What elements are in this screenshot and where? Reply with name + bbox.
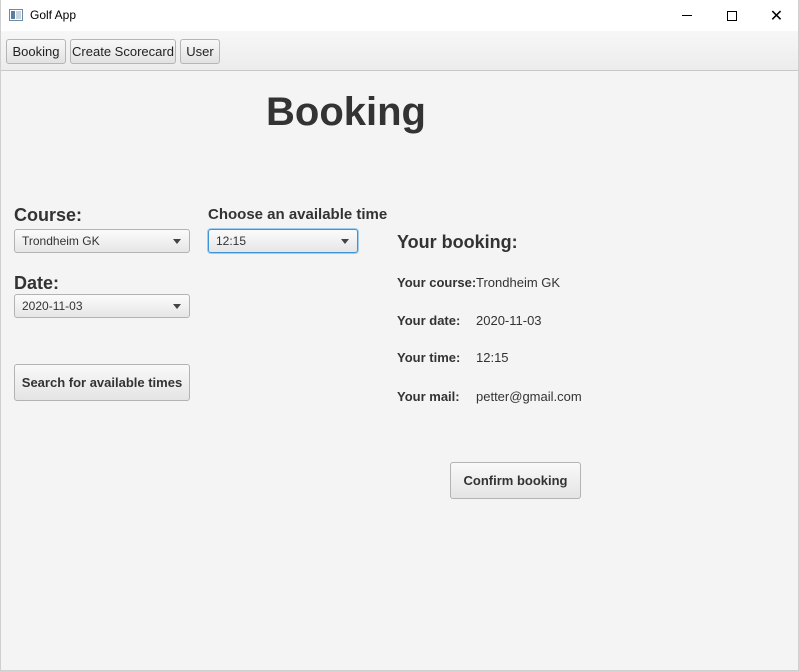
summary-date-value: 2020-11-03 [476, 313, 542, 328]
minimize-icon [681, 15, 692, 16]
close-icon: ✕ [769, 7, 784, 25]
time-select-value: 12:15 [216, 234, 247, 248]
time-label: Choose an available time [208, 206, 388, 223]
chevron-down-icon [173, 239, 181, 244]
summary-date-label: Your date: [397, 313, 461, 328]
summary-time-value: 12:15 [476, 350, 509, 365]
chevron-down-icon [173, 304, 181, 309]
toolbar: Booking Create Scorecard User [1, 31, 798, 71]
summary-course-value: Trondheim GK [476, 275, 561, 290]
date-select[interactable]: 2020-11-03 [14, 294, 190, 318]
maximize-icon [726, 10, 737, 21]
app-icon [9, 9, 23, 21]
user-button[interactable]: User [180, 39, 220, 64]
maximize-button[interactable] [709, 0, 754, 31]
summary-heading: Your booking: [397, 232, 518, 252]
course-select[interactable]: Trondheim GK [14, 229, 190, 253]
course-label: Course: [14, 205, 83, 225]
confirm-booking-button[interactable]: Confirm booking [450, 462, 581, 499]
close-button[interactable]: ✕ [754, 0, 799, 31]
title-bar[interactable]: Golf App ✕ [1, 0, 798, 31]
date-select-value: 2020-11-03 [22, 299, 83, 313]
course-select-value: Trondheim GK [22, 234, 100, 248]
create-scorecard-button[interactable]: Create Scorecard [70, 39, 176, 64]
page-title: Booking [266, 90, 426, 134]
time-select[interactable]: 12:15 [208, 229, 358, 253]
date-label: Date: [14, 273, 60, 293]
summary-mail-value: petter@gmail.com [476, 389, 582, 404]
summary-course-label: Your course: [397, 275, 477, 290]
summary-mail-label: Your mail: [397, 389, 460, 404]
summary-time-label: Your time: [397, 350, 461, 365]
minimize-button[interactable] [664, 0, 709, 31]
window-title: Golf App [30, 8, 77, 22]
search-times-button[interactable]: Search for available times [14, 364, 190, 401]
app-window: Golf App ✕ Booking Create Scorecard User… [0, 0, 799, 671]
chevron-down-icon [341, 239, 349, 244]
booking-tab-button[interactable]: Booking [6, 39, 66, 64]
